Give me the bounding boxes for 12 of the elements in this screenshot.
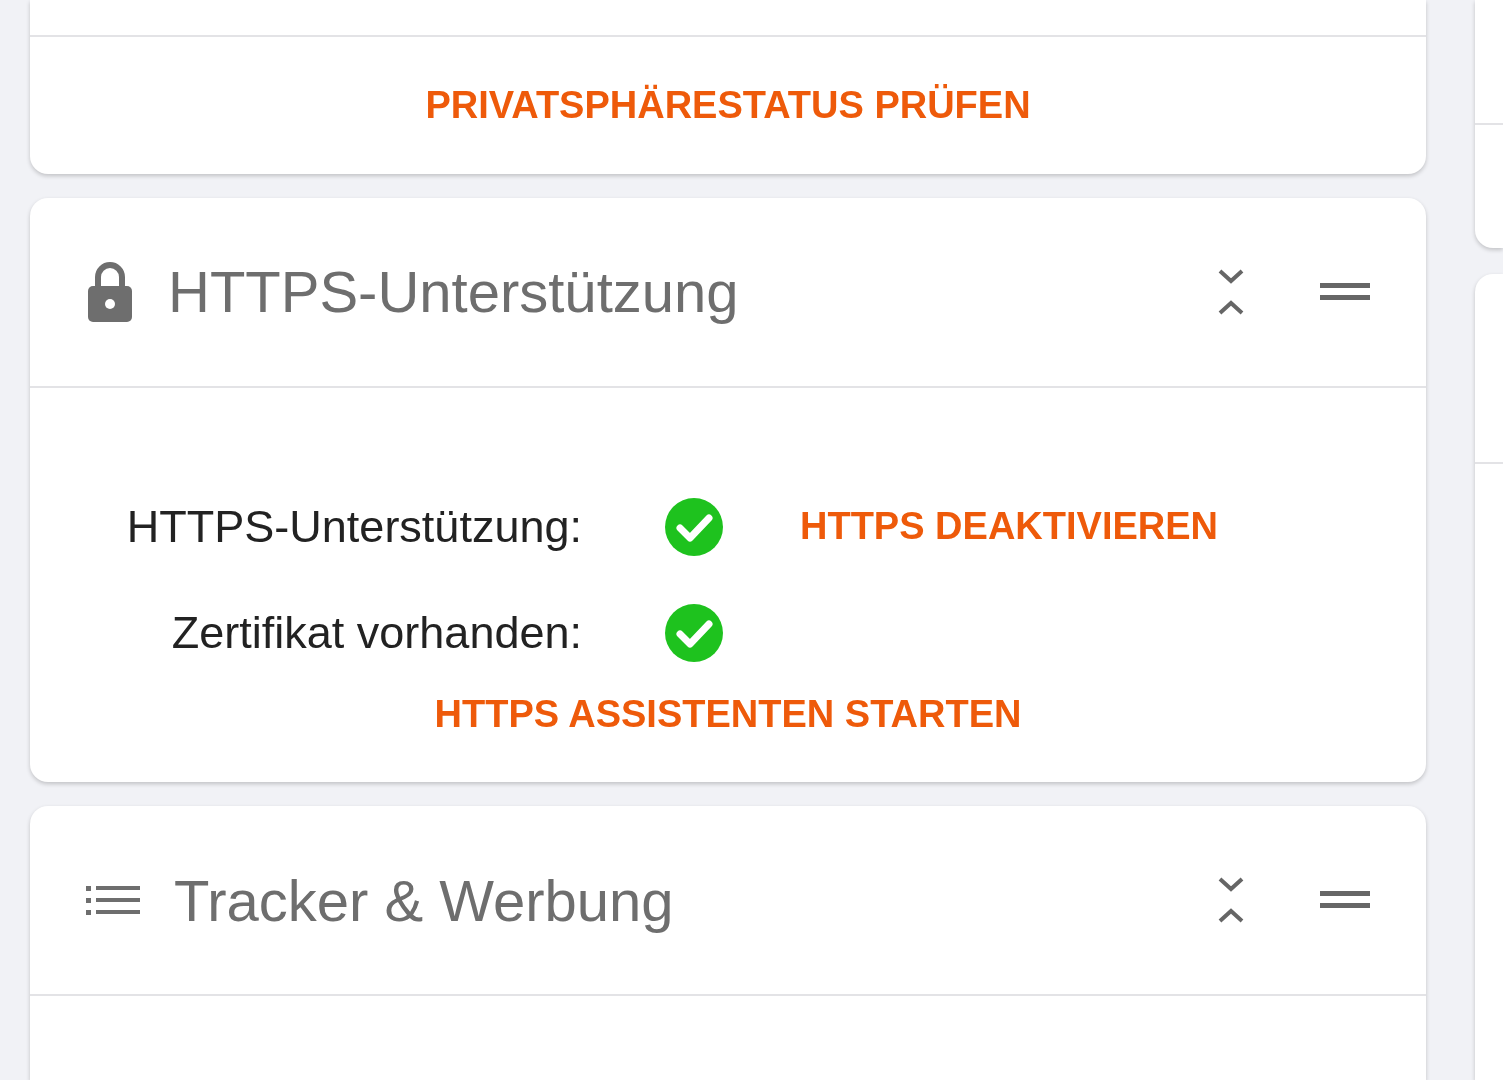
drag-handle-icon[interactable]: [1320, 889, 1370, 911]
collapse-icon[interactable]: [1216, 875, 1246, 925]
lock-icon: [86, 260, 134, 323]
list-icon: [86, 884, 140, 916]
start-https-assistant-link[interactable]: HTTPS ASSISTENTEN STARTEN: [434, 685, 1022, 743]
card-title: HTTPS-Unterstützung: [168, 258, 739, 326]
check-privacy-link[interactable]: PRIVATSPHÄRESTATUS PRÜFEN: [425, 76, 1031, 134]
card-title: Tracker & Werbung: [174, 866, 674, 935]
status-label: HTTPS-Unterstützung:: [125, 499, 582, 554]
drag-handle-icon[interactable]: [1320, 280, 1370, 303]
disable-https-link[interactable]: HTTPS DEAKTIVIEREN: [800, 498, 1219, 555]
status-label: Zertifikat vorhanden:: [170, 605, 582, 660]
